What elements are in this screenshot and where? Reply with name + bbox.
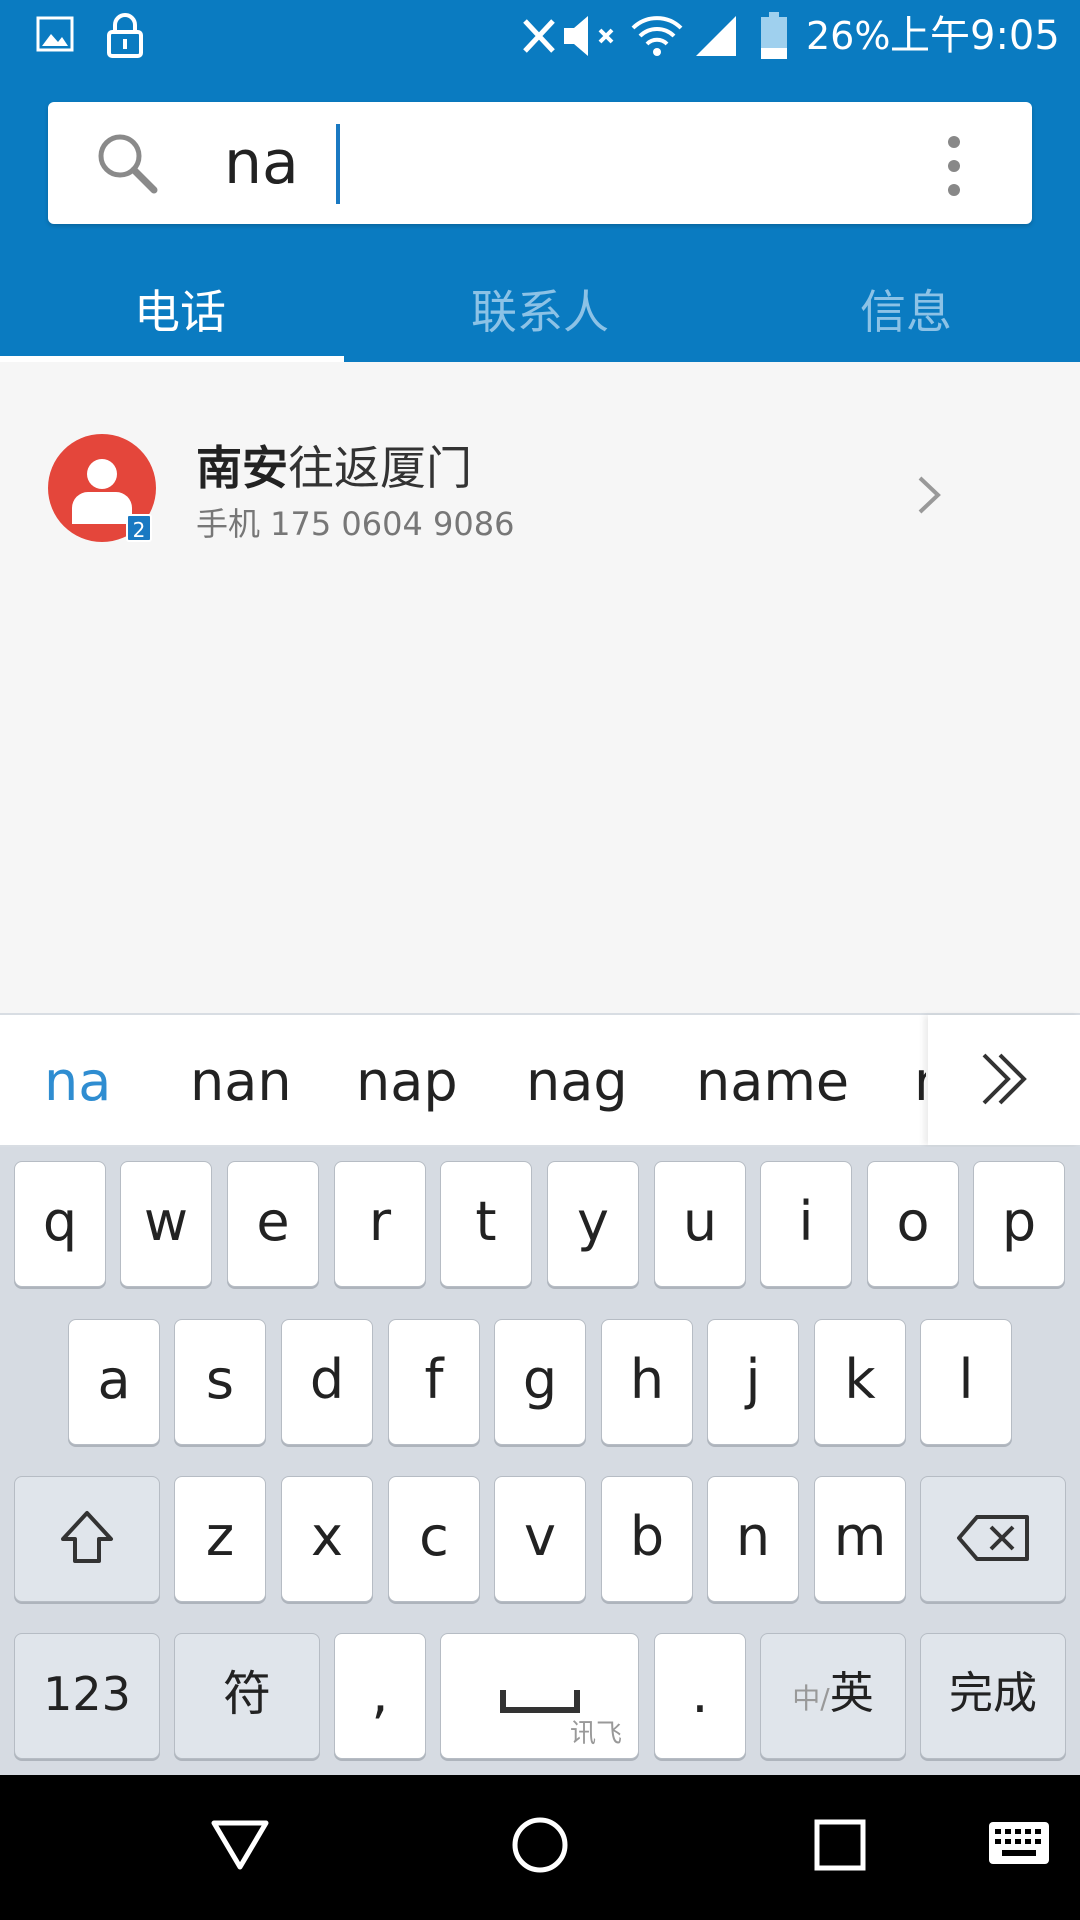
- text-cursor: [336, 124, 340, 204]
- done-key[interactable]: 完成: [920, 1633, 1066, 1759]
- language-toggle-key[interactable]: 中/英: [760, 1633, 906, 1759]
- search-icon: [98, 134, 158, 194]
- key-n[interactable]: n: [707, 1476, 799, 1602]
- backspace-icon: [957, 1515, 1029, 1561]
- ime-suggestion-bar: na nan nap nag name n: [0, 1013, 1080, 1147]
- key-e[interactable]: e: [227, 1161, 319, 1287]
- key-r[interactable]: r: [334, 1161, 426, 1287]
- key-i[interactable]: i: [760, 1161, 852, 1287]
- key-m[interactable]: m: [814, 1476, 906, 1602]
- contact-result-row[interactable]: 2 南安往返厦门 手机 175 0604 9086: [0, 410, 1080, 560]
- key-l[interactable]: l: [920, 1319, 1012, 1445]
- name-match-highlight: 南安: [196, 441, 288, 495]
- space-bar-icon: [499, 1690, 580, 1713]
- suggestion-item[interactable]: na: [44, 1015, 111, 1145]
- keyboard-switch-icon[interactable]: [988, 1821, 1050, 1865]
- soft-keyboard: q w e r t y u i o p a s d f g h j k l z …: [0, 1147, 1080, 1775]
- ime-brand-label: 讯飞: [569, 1719, 622, 1749]
- shift-key[interactable]: [14, 1476, 160, 1602]
- name-rest: 往返厦门: [288, 441, 472, 495]
- contact-number: 手机 175 0604 9086: [196, 505, 515, 543]
- expand-suggestions-button[interactable]: [928, 1015, 1080, 1145]
- suggestion-item[interactable]: name: [696, 1015, 849, 1145]
- shift-arrow-icon: [61, 1511, 113, 1563]
- key-s[interactable]: s: [174, 1319, 266, 1445]
- search-header: na 电话 联系人 信息: [0, 72, 1080, 362]
- contact-name: 南安往返厦门: [196, 438, 472, 498]
- recents-square-icon[interactable]: [810, 1815, 870, 1875]
- cell-signal-icon: [696, 16, 736, 56]
- mute-icon: [564, 16, 614, 56]
- key-a[interactable]: a: [68, 1319, 160, 1445]
- data-off-icon: [523, 19, 555, 53]
- tab-contacts[interactable]: 联系人: [360, 262, 720, 362]
- sim-badge: 2: [126, 514, 152, 542]
- comma-key[interactable]: ,: [334, 1633, 426, 1759]
- key-d[interactable]: d: [281, 1319, 373, 1445]
- key-c[interactable]: c: [388, 1476, 480, 1602]
- language-toggle-chinese: 中/: [792, 1682, 830, 1715]
- back-triangle-icon[interactable]: [210, 1815, 270, 1875]
- key-p[interactable]: p: [973, 1161, 1065, 1287]
- key-t[interactable]: t: [440, 1161, 532, 1287]
- more-options-icon[interactable]: [946, 132, 962, 196]
- search-box[interactable]: na: [48, 102, 1032, 224]
- key-b[interactable]: b: [601, 1476, 693, 1602]
- suggestion-item[interactable]: n: [914, 1015, 926, 1145]
- suggestion-item[interactable]: nap: [356, 1015, 458, 1145]
- suggestion-list: na nan nap nag name n: [0, 1015, 926, 1145]
- key-u[interactable]: u: [654, 1161, 746, 1287]
- lock-icon: [107, 13, 143, 58]
- search-input[interactable]: na: [224, 126, 299, 200]
- key-y[interactable]: y: [547, 1161, 639, 1287]
- key-z[interactable]: z: [174, 1476, 266, 1602]
- backspace-key[interactable]: [920, 1476, 1066, 1602]
- tab-phone[interactable]: 电话: [0, 262, 360, 362]
- navigation-bar: [0, 1775, 1080, 1920]
- numbers-key[interactable]: 123: [14, 1633, 160, 1759]
- battery-percent: 26%: [806, 14, 891, 58]
- tab-bar: 电话 联系人 信息: [0, 262, 1080, 362]
- key-h[interactable]: h: [601, 1319, 693, 1445]
- period-key[interactable]: .: [654, 1633, 746, 1759]
- tab-messages[interactable]: 信息: [726, 262, 1080, 362]
- key-w[interactable]: w: [120, 1161, 212, 1287]
- key-j[interactable]: j: [707, 1319, 799, 1445]
- status-bar: 26% 上午9:05: [0, 0, 1080, 72]
- chevron-right-icon[interactable]: [912, 470, 948, 520]
- clock: 上午9:05: [890, 13, 1060, 59]
- key-o[interactable]: o: [867, 1161, 959, 1287]
- key-v[interactable]: v: [494, 1476, 586, 1602]
- symbols-key[interactable]: 符: [174, 1633, 320, 1759]
- active-tab-indicator: [0, 356, 344, 362]
- double-chevron-right-icon: [982, 1053, 1027, 1105]
- key-f[interactable]: f: [388, 1319, 480, 1445]
- suggestion-item[interactable]: nag: [526, 1015, 628, 1145]
- battery-icon: [761, 12, 787, 59]
- gallery-notification-icon: [36, 16, 74, 52]
- wifi-icon: [631, 16, 683, 56]
- key-g[interactable]: g: [494, 1319, 586, 1445]
- space-key[interactable]: 讯飞: [440, 1633, 639, 1759]
- home-circle-icon[interactable]: [510, 1815, 570, 1875]
- key-q[interactable]: q: [14, 1161, 106, 1287]
- key-k[interactable]: k: [814, 1319, 906, 1445]
- suggestion-item[interactable]: nan: [190, 1015, 292, 1145]
- language-toggle-english: 英: [829, 1668, 874, 1719]
- key-x[interactable]: x: [281, 1476, 373, 1602]
